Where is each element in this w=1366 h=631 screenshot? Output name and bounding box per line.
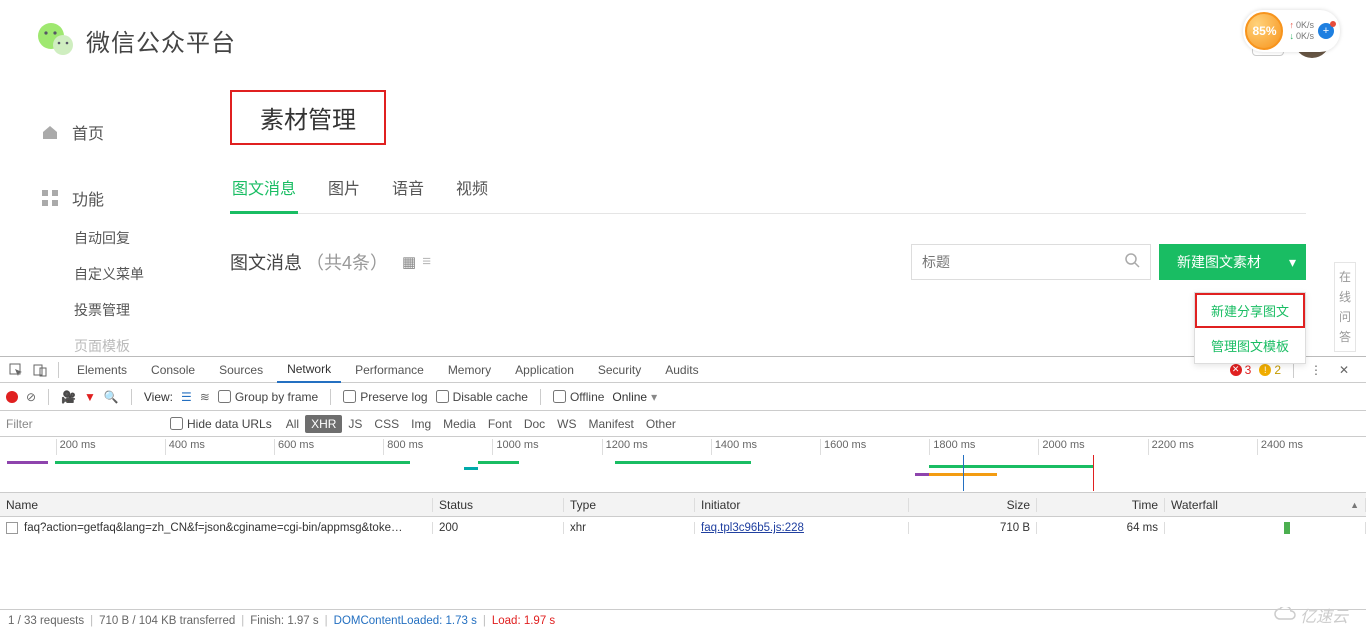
col-time[interactable]: Time xyxy=(1037,498,1165,512)
col-size[interactable]: Size xyxy=(909,498,1037,512)
record-button[interactable] xyxy=(6,391,18,403)
tab-images[interactable]: 图片 xyxy=(326,167,362,213)
initiator-link[interactable]: faq.tpl3c96b5.js:228 xyxy=(701,522,804,534)
new-article-dropdown: 新建分享图文 管理图文模板 xyxy=(1194,292,1306,364)
sidebar: 首页 功能 自动回复 自定义菜单 投票管理 页面模板 xyxy=(0,80,230,364)
home-icon xyxy=(40,122,60,142)
overlay-speed: 0K/s 0K/s xyxy=(1289,20,1314,42)
throttle-select[interactable]: Online ▾ xyxy=(612,390,657,404)
new-article-caret-button[interactable]: ▾ xyxy=(1279,244,1306,280)
tab-audio[interactable]: 语音 xyxy=(390,167,426,213)
chevron-down-icon: ▾ xyxy=(1289,254,1296,271)
col-type[interactable]: Type xyxy=(564,498,695,512)
wechat-header: 微信公众平台 xyxy=(0,0,1366,80)
grid-icon xyxy=(40,188,60,208)
sidebar-label: 功能 xyxy=(72,186,104,210)
waterfall-bar xyxy=(1284,522,1290,534)
ftype-doc[interactable]: Doc xyxy=(518,415,551,433)
devtools-panel: Elements Console Sources Network Perform… xyxy=(0,356,1366,631)
search-box[interactable] xyxy=(911,244,1151,280)
overlay-percent: 85% xyxy=(1245,12,1283,50)
ftype-all[interactable]: All xyxy=(280,415,305,433)
search-icon[interactable] xyxy=(1124,252,1140,273)
filter-icon[interactable]: ▼ xyxy=(84,390,96,404)
group-by-frame-checkbox[interactable]: Group by frame xyxy=(218,390,318,404)
view-large-icon[interactable]: ☰ xyxy=(181,390,192,404)
ftype-css[interactable]: CSS xyxy=(368,415,405,433)
chevron-down-icon: ▾ xyxy=(651,390,657,404)
filter-input[interactable] xyxy=(0,417,170,431)
sidebar-sub-custommenu[interactable]: 自定义菜单 xyxy=(74,256,230,292)
warning-count[interactable]: !2 xyxy=(1259,363,1281,377)
grid-view-icon[interactable]: ▦ xyxy=(402,253,416,271)
ftype-ws[interactable]: WS xyxy=(551,415,582,433)
ftype-font[interactable]: Font xyxy=(482,415,518,433)
overlay-plus-icon[interactable]: + xyxy=(1318,23,1334,39)
offline-checkbox[interactable]: Offline xyxy=(553,390,604,404)
ftype-js[interactable]: JS xyxy=(342,415,368,433)
request-table-header[interactable]: Name Status Type Initiator Size Time Wat… xyxy=(0,493,1366,517)
network-toolbar: ⊘ 🎥 ▼ 🔍 View: ☰ ≋ Group by frame Preserv… xyxy=(0,383,1366,411)
col-initiator[interactable]: Initiator xyxy=(695,498,909,512)
camera-icon[interactable]: 🎥 xyxy=(61,390,76,404)
view-small-icon[interactable]: ≋ xyxy=(200,390,210,404)
disable-cache-checkbox[interactable]: Disable cache xyxy=(436,390,528,404)
sidebar-label: 首页 xyxy=(72,120,104,144)
dropdown-new-share[interactable]: 新建分享图文 xyxy=(1195,293,1305,328)
devtools-statusbar: 1 / 33 requests| 710 B / 104 KB transfer… xyxy=(0,609,1366,631)
ftype-img[interactable]: Img xyxy=(405,415,437,433)
request-row[interactable]: faq?action=getfaq&lang=zh_CN&f=json&cgin… xyxy=(0,517,1366,539)
col-name[interactable]: Name xyxy=(0,498,433,512)
system-overlay-widget[interactable]: 85% 0K/s 0K/s + xyxy=(1243,10,1340,52)
wechat-logo-icon xyxy=(36,20,76,60)
ftype-xhr[interactable]: XHR xyxy=(305,415,342,433)
col-waterfall[interactable]: Waterfall▲ xyxy=(1165,498,1366,512)
view-label: View: xyxy=(144,390,173,404)
sidebar-sub-template[interactable]: 页面模板 xyxy=(74,328,230,364)
brand: 微信公众平台 xyxy=(36,20,236,60)
request-table-body: faq?action=getfaq&lang=zh_CN&f=json&cgin… xyxy=(0,517,1366,609)
search-icon[interactable]: 🔍 xyxy=(104,390,119,404)
page-title: 素材管理 xyxy=(230,90,386,145)
brand-title: 微信公众平台 xyxy=(86,23,236,58)
watermark: 亿速云 xyxy=(1274,603,1348,627)
dropdown-manage-templates[interactable]: 管理图文模板 xyxy=(1195,328,1305,363)
sidebar-item-home[interactable]: 首页 xyxy=(40,110,230,154)
view-toggle: ▦ ≡ xyxy=(402,253,431,271)
content-count: （共4条） xyxy=(306,249,388,275)
tab-video[interactable]: 视频 xyxy=(454,167,490,213)
file-icon xyxy=(6,522,18,534)
content-tabs: 图文消息 图片 语音 视频 xyxy=(230,167,1306,214)
sidebar-item-features[interactable]: 功能 xyxy=(40,176,230,220)
content-title: 图文消息 xyxy=(230,249,302,275)
new-article-button[interactable]: 新建图文素材 xyxy=(1159,244,1279,280)
search-input[interactable] xyxy=(922,254,1124,270)
preserve-log-checkbox[interactable]: Preserve log xyxy=(343,390,427,404)
network-timeline[interactable]: 200 ms 400 ms 600 ms 800 ms 1000 ms 1200… xyxy=(0,437,1366,493)
sidebar-sub-autoreply[interactable]: 自动回复 xyxy=(74,220,230,256)
clear-button[interactable]: ⊘ xyxy=(26,390,36,404)
sidebar-sub-vote[interactable]: 投票管理 xyxy=(74,292,230,328)
sort-asc-icon: ▲ xyxy=(1350,500,1359,510)
filter-row: Hide data URLs All XHR JS CSS Img Media … xyxy=(0,411,1366,437)
ftype-manifest[interactable]: Manifest xyxy=(583,415,640,433)
col-status[interactable]: Status xyxy=(433,498,564,512)
tab-articles[interactable]: 图文消息 xyxy=(230,167,298,214)
list-view-icon[interactable]: ≡ xyxy=(422,253,431,271)
ftype-media[interactable]: Media xyxy=(437,415,482,433)
error-count[interactable]: ✕3 xyxy=(1230,363,1252,377)
ftype-other[interactable]: Other xyxy=(640,415,682,433)
main-content: 素材管理 图文消息 图片 语音 视频 图文消息 （共4条） ▦ ≡ xyxy=(230,80,1366,364)
hide-data-urls-checkbox[interactable]: Hide data URLs xyxy=(170,417,272,431)
online-help-float[interactable]: 在线问答 xyxy=(1334,262,1356,352)
